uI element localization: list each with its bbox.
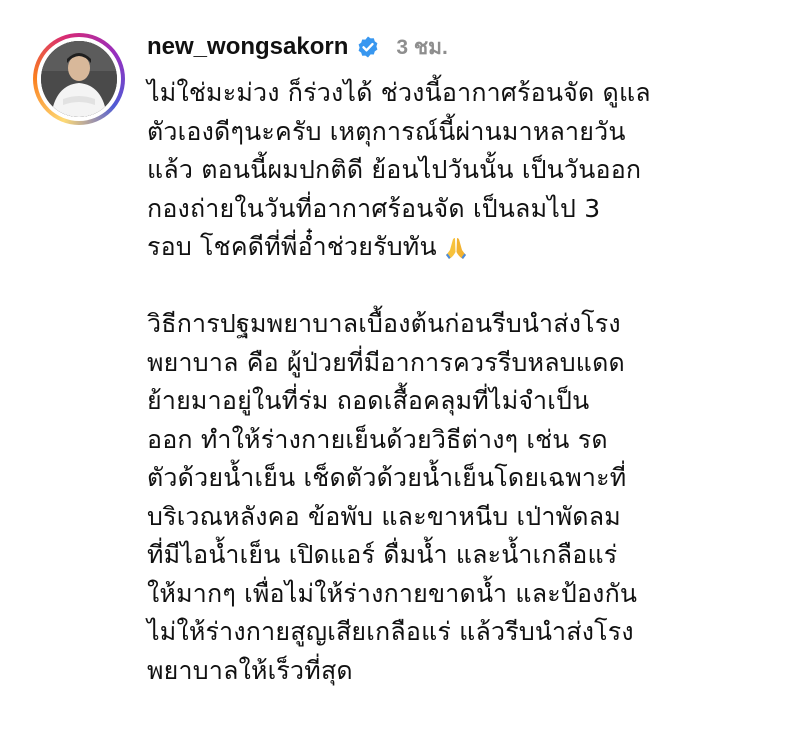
folded-hands-icon bbox=[445, 238, 466, 259]
caption-line-with-emoji: รอบ โชคดีที่พี่อ๋ำช่วยรับทัน bbox=[147, 228, 792, 267]
caption-line: ตัวด้วยน้ำเย็น เช็ดตัวด้วยน้ำเย็นโดยเฉพา… bbox=[147, 463, 627, 492]
caption-line: ไม่ให้ร่างกายสูญเสียเกลือแร่ แล้วรีบนำส่… bbox=[147, 617, 634, 646]
verified-badge-icon bbox=[358, 36, 378, 58]
caption-line: ย้ายมาอยู่ในที่ร่ม ถอดเสื้อคลุมที่ไม่จำเ… bbox=[147, 386, 590, 415]
caption-line: วิธีการปฐมพยาบาลเบื้องต้นก่อนรีบนำส่งโรง bbox=[147, 309, 621, 338]
story-ring[interactable] bbox=[33, 33, 125, 125]
caption-line: บริเวณหลังคอ ข้อพับ และขาหนีบ เป่าพัดลม bbox=[147, 501, 621, 531]
post-caption: ไม่ใช่มะม่วง ก็ร่วงได้ ช่วงนี้อากาศร้อนจ… bbox=[147, 74, 792, 690]
caption-line: ให้มากๆ เพื่อไม่ให้ร่างกายขาดน้ำ และป้อง… bbox=[147, 578, 638, 608]
caption-line: พยาบาล คือ ผู้ป่วยที่มีอาการควรรีบหลบแดด bbox=[147, 347, 625, 377]
caption-line: ตัวเองดีๆนะครับ เหตุการณ์นี้ผ่านมาหลายวั… bbox=[147, 116, 626, 146]
caption-line: ที่มีไอน้ำเย็น เปิดแอร์ ดื่มน้ำ และน้ำเก… bbox=[147, 540, 618, 569]
post-time: 3 ชม. bbox=[396, 35, 448, 59]
caption-line: ไม่ใช่มะม่วง ก็ร่วงได้ ช่วงนี้อากาศร้อนจ… bbox=[147, 78, 651, 107]
caption-line: กองถ่ายในวันที่อากาศร้อนจัด เป็นลมไป 3 bbox=[147, 193, 601, 223]
caption-line: พยาบาลให้เร็วที่สุด bbox=[147, 655, 353, 685]
caption-line-text: รอบ โชคดีที่พี่อ๋ำช่วยรับทัน bbox=[147, 232, 437, 261]
avatar[interactable] bbox=[41, 41, 117, 117]
username[interactable]: new_wongsakorn bbox=[147, 33, 348, 61]
caption-line: ออก ทำให้ร่างกายเย็นด้วยวิธีต่างๆ เช่น ร… bbox=[147, 424, 608, 454]
caption-line: แล้ว ตอนนี้ผมปกติดี ย้อนไปวันนั้น เป็นวั… bbox=[147, 155, 642, 184]
profile-photo-icon bbox=[41, 41, 117, 117]
post-header: new_wongsakorn 3 ชม. bbox=[147, 30, 448, 64]
